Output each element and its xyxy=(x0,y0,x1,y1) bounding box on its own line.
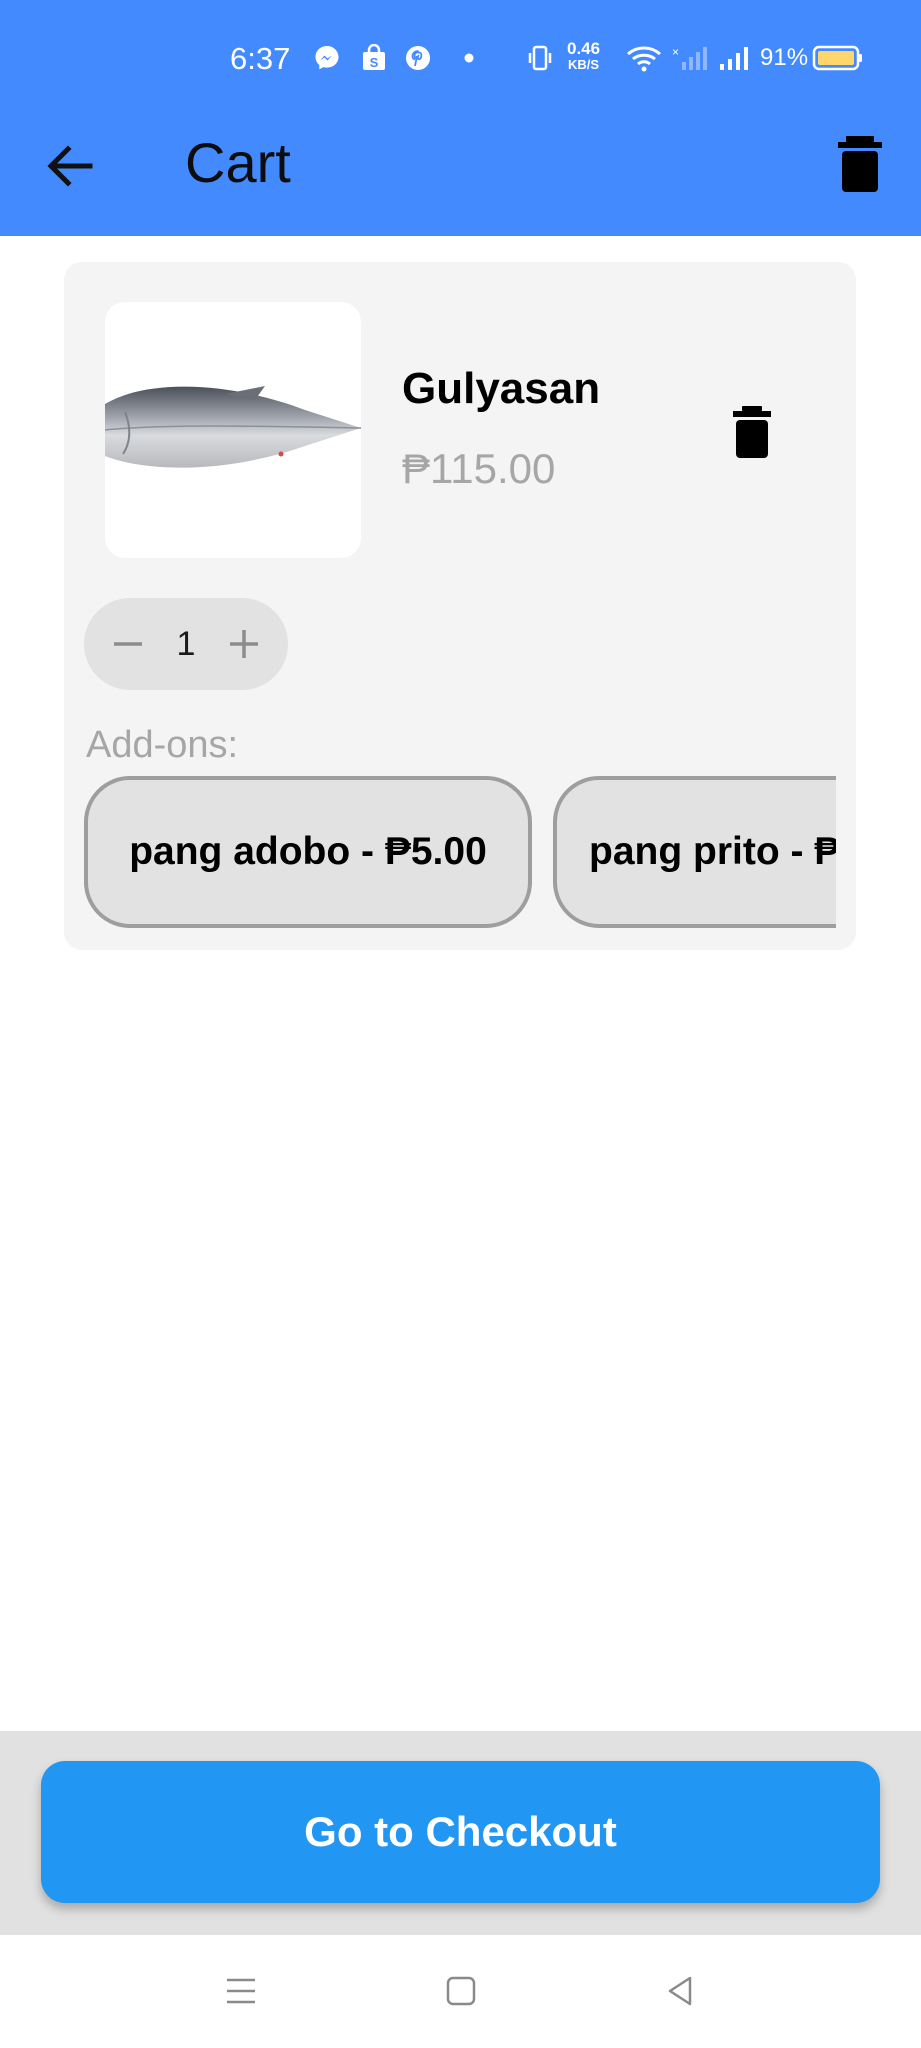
wifi-icon xyxy=(627,46,661,72)
cart-item-card: Gulyasan ₱115.00 1 Add-ons: pang adobo -… xyxy=(64,262,856,950)
addon-chip-pang-adobo[interactable]: pang adobo - ₱5.00 xyxy=(84,776,532,928)
product-image xyxy=(105,302,361,558)
quantity-stepper: 1 xyxy=(84,598,288,690)
network-speed: 0.46 KB/S xyxy=(567,39,601,73)
shopping-bag-icon: S xyxy=(363,44,385,70)
addons-label: Add-ons: xyxy=(86,724,239,766)
quantity-value: 1 xyxy=(176,625,196,663)
status-bar: 6:37 S 0.46 KB/S × 91% xyxy=(0,0,921,118)
battery-percent: 91% xyxy=(760,44,809,71)
network-speed-value: 0.46 xyxy=(567,39,601,58)
back-triangle-icon[interactable] xyxy=(660,1971,700,2011)
minus-icon[interactable] xyxy=(108,624,148,664)
battery-icon xyxy=(812,45,862,71)
status-time: 6:37 xyxy=(230,41,291,76)
go-to-checkout-button[interactable]: Go to Checkout xyxy=(41,1761,880,1903)
vibrate-icon xyxy=(528,45,552,71)
fish-image-icon xyxy=(105,386,361,468)
signal-off-icon: × xyxy=(672,45,707,70)
menu-icon[interactable] xyxy=(221,1971,261,2011)
back-arrow-icon[interactable] xyxy=(40,134,104,198)
checkout-bar: Go to Checkout xyxy=(0,1731,921,1935)
plus-icon[interactable] xyxy=(224,624,264,664)
notification-dot-icon xyxy=(464,53,474,63)
svg-text:×: × xyxy=(672,45,679,59)
messenger-icon xyxy=(315,46,339,70)
remove-item-trash-icon[interactable] xyxy=(728,404,776,460)
app-header: 6:37 S 0.46 KB/S × 91% Cart xyxy=(0,0,921,236)
pinterest-icon xyxy=(406,46,430,70)
item-price: ₱115.00 xyxy=(402,445,556,492)
item-name: Gulyasan xyxy=(402,364,601,413)
signal-icon xyxy=(720,47,748,70)
page-title: Cart xyxy=(185,131,291,194)
svg-text:S: S xyxy=(370,55,379,70)
clear-cart-trash-icon[interactable] xyxy=(820,130,900,194)
addon-chip-pang-prito[interactable]: pang prito - ₱ xyxy=(553,776,836,928)
home-square-icon[interactable] xyxy=(441,1971,481,2011)
addons-list: pang adobo - ₱5.00 pang prito - ₱ xyxy=(84,774,836,934)
network-speed-unit: KB/S xyxy=(568,57,600,72)
system-nav-bar xyxy=(0,1935,921,2048)
